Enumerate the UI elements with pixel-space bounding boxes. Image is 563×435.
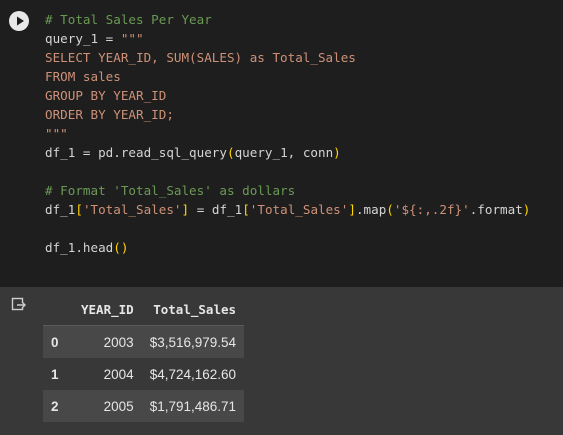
code-token: GROUP BY YEAR_ID — [45, 88, 167, 103]
total-sales-cell: $1,791,486.71 — [141, 390, 245, 422]
code-line: GROUP BY YEAR_ID — [45, 86, 530, 105]
code-token: .map — [355, 202, 387, 217]
code-token: ) — [333, 145, 341, 160]
code-token: SELECT YEAR_ID, SUM(SALES) as Total_Sale… — [45, 50, 356, 65]
code-line: """ — [45, 124, 530, 143]
output-redirect-icon[interactable] — [11, 297, 27, 313]
run-cell-button[interactable] — [9, 11, 29, 31]
code-token: df_1.head — [45, 240, 114, 255]
code-line: query_1 = """ — [45, 29, 530, 48]
code-token: [ — [75, 202, 83, 217]
year-id-cell: 2005 — [73, 390, 142, 422]
total-sales-cell: $4,724,162.60 — [141, 358, 245, 390]
code-token: .format — [469, 202, 523, 217]
code-token: = df_1 — [189, 202, 243, 217]
code-token: FROM sales — [45, 69, 121, 84]
code-token: 'Total_Sales' — [82, 202, 182, 217]
column-header-year-id: YEAR_ID — [73, 295, 142, 326]
row-index: 0 — [43, 325, 73, 358]
year-id-cell: 2003 — [73, 325, 142, 358]
code-token: '${:,.2f}' — [393, 202, 470, 217]
total-sales-cell: $3,516,979.54 — [141, 325, 245, 358]
code-token: query_1 = — [45, 31, 121, 46]
code-line: df_1.head() — [45, 238, 530, 257]
table-header-row: YEAR_ID Total_Sales — [43, 295, 245, 326]
code-token: df_1 = pd.read_sql_query — [45, 145, 227, 160]
code-line: # Total Sales Per Year — [45, 10, 530, 29]
play-icon — [17, 16, 24, 26]
dataframe-table: YEAR_ID Total_Sales 0 2003 $3,516,979.54… — [43, 295, 245, 422]
code-token: ( — [386, 202, 394, 217]
code-token: ] — [348, 202, 356, 217]
code-token: """ — [45, 126, 68, 141]
code-token: [ — [242, 202, 250, 217]
code-token: query_1, conn — [234, 145, 334, 160]
code-token: ( — [226, 145, 235, 160]
code-line: ORDER BY YEAR_ID; — [45, 105, 530, 124]
table-row: 0 2003 $3,516,979.54 — [43, 325, 245, 358]
table-row: 2 2005 $1,791,486.71 — [43, 390, 245, 422]
code-token: ) — [522, 202, 531, 217]
code-token: """ — [120, 31, 144, 46]
code-token: ] — [181, 202, 190, 217]
code-token: ORDER BY YEAR_ID; — [45, 107, 174, 122]
code-cell-input[interactable]: # Total Sales Per Year query_1 = """ SELEC… — [0, 0, 563, 287]
code-token: () — [113, 240, 129, 255]
code-line: # Format 'Total_Sales' as dollars — [45, 181, 530, 200]
year-id-cell: 2004 — [73, 358, 142, 390]
code-line: df_1['Total_Sales'] = df_1['Total_Sales'… — [45, 200, 530, 219]
code-token: # Format 'Total_Sales' as dollars — [45, 183, 296, 198]
code-editor[interactable]: # Total Sales Per Year query_1 = """ SELEC… — [45, 10, 530, 257]
code-line: df_1 = pd.read_sql_query(query_1, conn) — [45, 143, 530, 162]
index-header — [43, 295, 73, 326]
code-line: SELECT YEAR_ID, SUM(SALES) as Total_Sale… — [45, 48, 530, 67]
row-index: 2 — [43, 390, 73, 422]
code-cell-output: YEAR_ID Total_Sales 0 2003 $3,516,979.54… — [0, 287, 563, 435]
code-token: df_1 — [45, 202, 76, 217]
row-index: 1 — [43, 358, 73, 390]
code-token: 'Total_Sales' — [249, 202, 349, 217]
code-token: # Total Sales Per Year — [45, 12, 212, 27]
table-row: 1 2004 $4,724,162.60 — [43, 358, 245, 390]
column-header-total-sales: Total_Sales — [141, 295, 245, 326]
code-line: FROM sales — [45, 67, 530, 86]
